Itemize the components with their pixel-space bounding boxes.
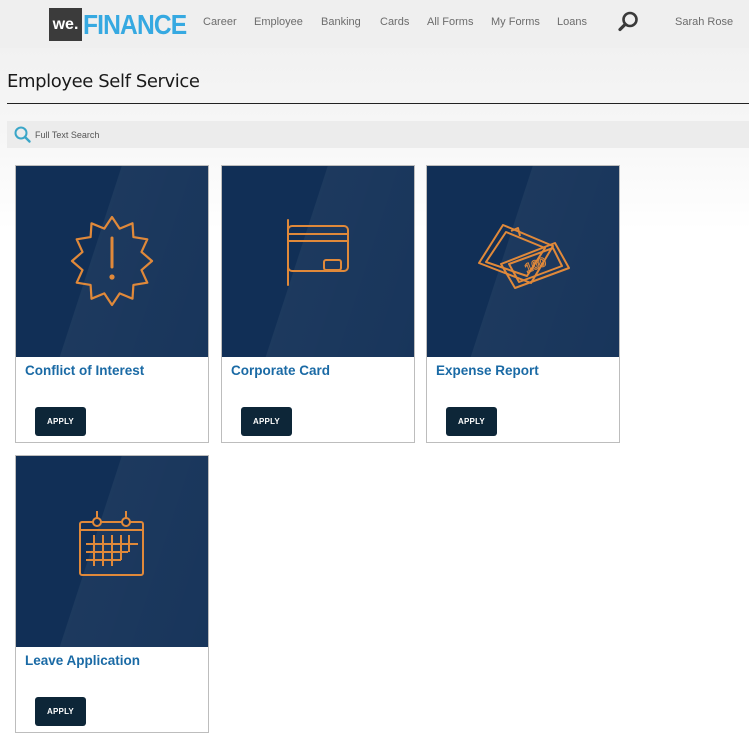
- search-icon[interactable]: [617, 10, 641, 34]
- card-image[interactable]: [222, 166, 414, 357]
- apply-button[interactable]: APPLY: [35, 697, 86, 726]
- search-input[interactable]: [35, 124, 735, 145]
- money-bills-icon: 100: [478, 224, 570, 289]
- nav-item-employee[interactable]: Employee: [254, 16, 303, 28]
- apply-button[interactable]: APPLY: [35, 407, 86, 436]
- credit-card-icon: [287, 219, 349, 286]
- form-card-conflict-of-interest: Conflict of Interest APPLY: [15, 165, 209, 443]
- full-text-search-bar: [7, 121, 749, 148]
- search-icon: [14, 126, 31, 143]
- nav-item-career[interactable]: Career: [203, 16, 237, 28]
- form-card-leave-application: Leave Application APPLY: [15, 455, 209, 733]
- nav-item-cards[interactable]: Cards: [380, 16, 409, 28]
- card-title[interactable]: Corporate Card: [231, 363, 330, 378]
- apply-button[interactable]: APPLY: [241, 407, 292, 436]
- form-card-corporate-card: Corporate Card APPLY: [221, 165, 415, 443]
- calendar-icon: [79, 511, 144, 576]
- user-name[interactable]: Sarah Rose: [675, 16, 733, 28]
- apply-button[interactable]: APPLY: [446, 407, 497, 436]
- nav-item-all-forms[interactable]: All Forms: [427, 16, 473, 28]
- alert-badge-icon: [70, 215, 154, 307]
- card-image[interactable]: [16, 166, 208, 357]
- nav-item-banking[interactable]: Banking: [321, 16, 361, 28]
- card-title[interactable]: Expense Report: [436, 363, 539, 378]
- nav-item-loans[interactable]: Loans: [557, 16, 587, 28]
- form-card-expense-report: 100 Expense Report APPLY: [426, 165, 620, 443]
- title-divider: [7, 103, 749, 104]
- nav-item-my-forms[interactable]: My Forms: [491, 16, 540, 28]
- card-image[interactable]: [16, 456, 208, 647]
- top-navigation-bar: we. FINANCE Career Employee Banking Card…: [0, 0, 749, 48]
- card-image[interactable]: 100: [427, 166, 619, 357]
- card-title[interactable]: Leave Application: [25, 653, 140, 668]
- page-title: Employee Self Service: [7, 71, 200, 92]
- card-title[interactable]: Conflict of Interest: [25, 363, 144, 378]
